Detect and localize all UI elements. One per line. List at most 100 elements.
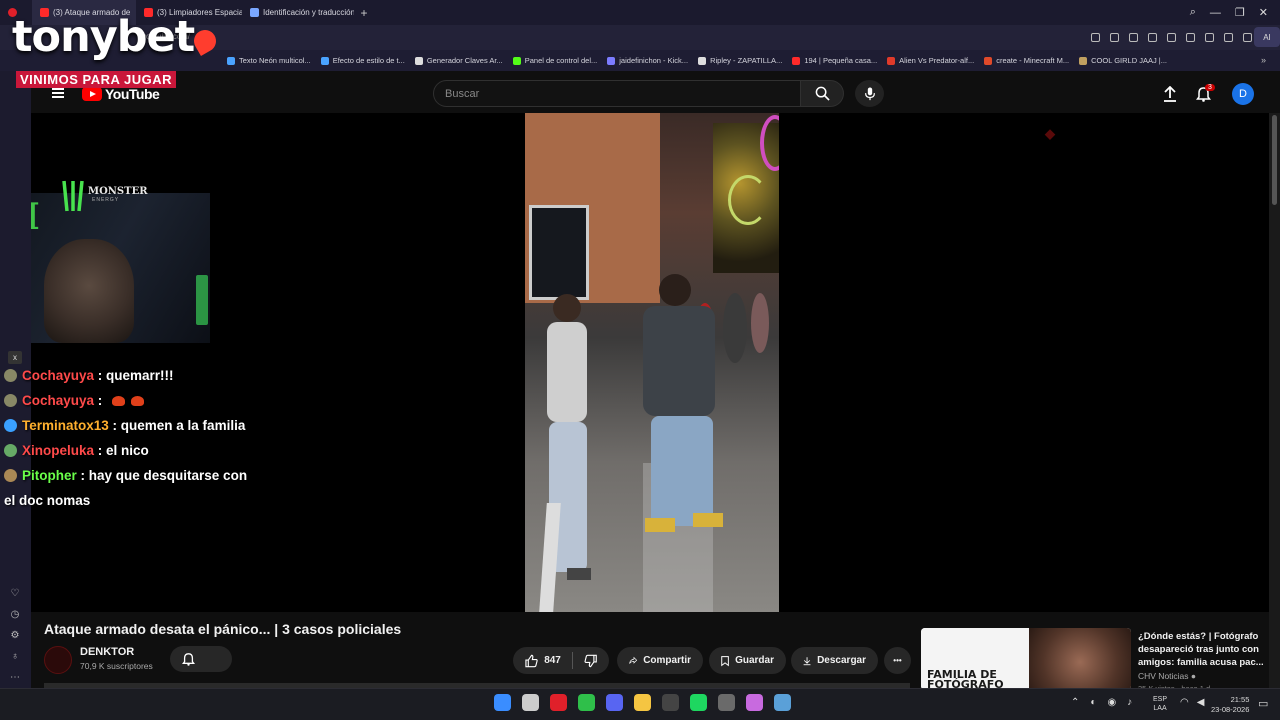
- obs-icon[interactable]: [662, 694, 679, 711]
- tab-label: Identificación y traducción: [263, 8, 354, 17]
- dislike-icon[interactable]: [584, 654, 597, 668]
- download-label: Descargar: [817, 655, 866, 666]
- subscription-bell-button[interactable]: [170, 646, 232, 672]
- bookmarks-more-button[interactable]: »: [1261, 55, 1266, 65]
- search-input[interactable]: Buscar: [433, 80, 801, 107]
- chat-separator: :: [76, 468, 89, 483]
- bookmark-label: Efecto de estilo de t...: [332, 56, 405, 65]
- like-count[interactable]: 847: [544, 655, 561, 666]
- bookmark-item[interactable]: COOL GIRLD JAAJ |...: [1074, 56, 1172, 65]
- fire-emote-icon: [112, 396, 126, 406]
- bookmark-item[interactable]: Generador Claves Ar...: [410, 56, 508, 65]
- recommended-video[interactable]: FAMILIA DE FOTÓGRAFO ¿Dónde estás? | Fot…: [921, 628, 1280, 693]
- bookmark-label: jaidefinichon - Kick...: [619, 56, 689, 65]
- microphone-icon: [864, 86, 875, 100]
- download-icon: [803, 656, 811, 665]
- chat-message: Cochayuya : quemarr!!!: [4, 363, 254, 388]
- system-tray: ⌃ ◐ ◉ ♪: [1071, 697, 1132, 708]
- history-icon[interactable]: ◷: [9, 609, 21, 620]
- scrollbar-thumb[interactable]: [1272, 115, 1277, 205]
- bookmark-item[interactable]: jaidefinichon - Kick...: [602, 56, 693, 65]
- steam-icon[interactable]: ◉: [1107, 697, 1116, 708]
- bookmark-item[interactable]: 194 | Pequeña casa...: [787, 56, 882, 65]
- bookmark-label: Generador Claves Ar...: [426, 56, 503, 65]
- recommended-thumbnail[interactable]: FAMILIA DE FOTÓGRAFO: [921, 628, 1131, 690]
- opera-gx-icon[interactable]: [550, 694, 567, 711]
- bookmark-item[interactable]: Alien Vs Predator-alf...: [882, 56, 979, 65]
- heart-icon[interactable]: [1186, 33, 1195, 42]
- mic-icon[interactable]: ♪: [1127, 697, 1132, 708]
- download-icon[interactable]: [1205, 33, 1214, 42]
- save-button[interactable]: Guardar: [709, 647, 786, 674]
- share-button[interactable]: Compartir: [617, 647, 703, 674]
- channel-watermark-icon: ◆: [1045, 126, 1055, 141]
- heart-icon[interactable]: ♡: [9, 588, 21, 599]
- profile-icon[interactable]: [1243, 33, 1252, 42]
- search-button[interactable]: [801, 80, 844, 107]
- create-button[interactable]: [1163, 85, 1177, 107]
- chat-badge-icon: [4, 394, 17, 407]
- chat-text: el nico: [106, 443, 149, 458]
- windows-start-icon[interactable]: [494, 694, 511, 711]
- wifi-icon[interactable]: ◠: [1180, 697, 1189, 708]
- new-tab-button[interactable]: +: [354, 6, 374, 20]
- account-avatar[interactable]: D: [1232, 83, 1254, 105]
- explorer-icon[interactable]: [634, 694, 651, 711]
- more-actions-button[interactable]: •••: [884, 647, 911, 674]
- browser-icon[interactable]: [774, 694, 791, 711]
- bookmark-item[interactable]: Panel de control del...: [508, 56, 603, 65]
- volume-icon[interactable]: ◀: [1197, 697, 1205, 708]
- bookmark-favicon-icon: [984, 56, 993, 65]
- input-language[interactable]: ESP LAA: [1153, 695, 1167, 713]
- youtube-play-icon: [82, 87, 102, 101]
- clock-time: 21:55: [1230, 695, 1250, 704]
- bookmark-favicon-icon: [792, 56, 801, 65]
- menu-icon[interactable]: [1224, 33, 1233, 42]
- bookmark-item[interactable]: Ripley - ZAPATILLA...: [693, 56, 787, 65]
- clock[interactable]: 21:55 23-08-2026: [1211, 695, 1249, 715]
- tray-app-icon[interactable]: ◐: [1090, 697, 1096, 708]
- channel-avatar[interactable]: [44, 646, 72, 674]
- maximize-button[interactable]: ❐: [1235, 6, 1245, 19]
- edit-icon[interactable]: [1110, 33, 1119, 42]
- discord-icon[interactable]: [606, 694, 623, 711]
- close-window-button[interactable]: ✕: [1259, 6, 1268, 19]
- bookmark-item[interactable]: Efecto de estilo de t...: [316, 56, 410, 65]
- recommended-title[interactable]: ¿Dónde estás? | Fotógrafo desapareció tr…: [1138, 630, 1268, 669]
- notification-center-icon[interactable]: ▭: [1258, 697, 1268, 710]
- download-button[interactable]: Descargar: [791, 647, 878, 674]
- browser-tab[interactable]: Identificación y traducción: [242, 0, 354, 25]
- settings-icon[interactable]: ⚙: [9, 630, 21, 641]
- minimize-button[interactable]: —: [1210, 7, 1221, 19]
- spotify-icon[interactable]: [690, 694, 707, 711]
- bookmark-item[interactable]: Texto Neón multicol...: [222, 56, 316, 65]
- snapshot-icon[interactable]: [1129, 33, 1138, 42]
- more-icon[interactable]: ⋯: [9, 672, 21, 683]
- zoom-icon[interactable]: [1091, 33, 1100, 42]
- player-icon[interactable]: [1167, 33, 1176, 42]
- show-hidden-icons-icon[interactable]: ⌃: [1071, 697, 1079, 708]
- bookmark-favicon-icon: [698, 56, 707, 65]
- ai-button[interactable]: AI: [1254, 27, 1280, 47]
- twitch-app-icon[interactable]: [746, 694, 763, 711]
- guide-menu-icon[interactable]: [52, 88, 64, 98]
- chat-message: Cochayuya :: [4, 388, 254, 413]
- channel-name[interactable]: DENKTOR: [80, 646, 134, 658]
- address-bar-icons: [1091, 25, 1252, 50]
- search-tabs-icon[interactable]: ⌕: [1190, 6, 1196, 19]
- video-frame[interactable]: [525, 113, 779, 612]
- obs-studio-icon[interactable]: [718, 694, 735, 711]
- energy-can: [196, 275, 208, 325]
- task-view-icon[interactable]: [522, 694, 539, 711]
- like-icon[interactable]: [525, 654, 538, 668]
- notification-count-badge: 3: [1205, 84, 1215, 91]
- bookmark-label: COOL GIRLD JAAJ |...: [1091, 56, 1167, 65]
- taskbar-apps: [494, 694, 791, 711]
- thumbnail-face: [1029, 628, 1131, 690]
- shield-icon[interactable]: [1148, 33, 1157, 42]
- xbox-icon[interactable]: [578, 694, 595, 711]
- youtube-logo[interactable]: YouTube: [82, 86, 160, 102]
- bookmark-item[interactable]: create - Minecraft M...: [979, 56, 1074, 65]
- bulb-icon[interactable]: ♁: [9, 651, 21, 662]
- voice-search-button[interactable]: [855, 80, 884, 107]
